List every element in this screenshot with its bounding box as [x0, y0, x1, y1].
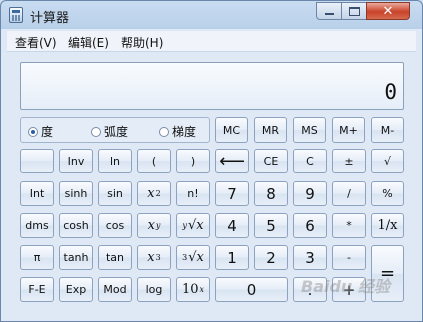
menu-bar: 查看(V) 编辑(E) 帮助(H)	[7, 31, 416, 52]
key-3[interactable]: 3	[293, 245, 327, 270]
key-minus[interactable]: -	[332, 245, 366, 270]
menu-view[interactable]: 查看(V)	[15, 34, 57, 51]
calculator-icon	[9, 7, 23, 23]
display-value: 0	[384, 80, 397, 104]
radio-degrees[interactable]: 度	[28, 123, 53, 140]
key-1[interactable]: 1	[215, 245, 249, 270]
key-plus-minus[interactable]: ±	[332, 149, 366, 173]
menu-edit[interactable]: 编辑(E)	[68, 34, 109, 51]
key-x-squared[interactable]: x2	[137, 181, 171, 206]
maximize-icon	[348, 6, 360, 16]
key-4[interactable]: 4	[215, 213, 249, 238]
window-title: 计算器	[30, 11, 70, 26]
key-m-plus[interactable]: M+	[332, 117, 365, 143]
key-5[interactable]: 5	[254, 213, 288, 238]
key-8[interactable]: 8	[254, 181, 288, 206]
calculator-window: 计算器 ✕ 查看(V) 编辑(E) 帮助(H) 0 度 弧度 梯度 MC MR …	[0, 0, 423, 322]
radio-radians[interactable]: 弧度	[91, 123, 128, 140]
key-blank[interactable]	[20, 149, 54, 173]
key-exp[interactable]: Exp	[59, 277, 93, 302]
key-cosh[interactable]: cosh	[59, 213, 93, 238]
key-c[interactable]: C	[293, 149, 327, 173]
key-mr[interactable]: MR	[254, 117, 287, 143]
key-right-paren[interactable]: )	[176, 149, 210, 173]
key-log[interactable]: log	[137, 277, 171, 302]
key-int[interactable]: Int	[20, 181, 54, 206]
key-backspace[interactable]: ⟵	[215, 149, 249, 173]
key-mc[interactable]: MC	[215, 117, 248, 143]
key-ms[interactable]: MS	[293, 117, 326, 143]
key-ln[interactable]: ln	[98, 149, 132, 173]
key-9[interactable]: 9	[293, 181, 327, 206]
key-tan[interactable]: tan	[98, 245, 132, 270]
minimize-icon	[324, 13, 334, 15]
key-ten-power-x[interactable]: 10 x	[176, 277, 210, 302]
key-2[interactable]: 2	[254, 245, 288, 270]
key-sinh[interactable]: sinh	[59, 181, 93, 206]
key-0[interactable]: 0	[215, 277, 288, 302]
key-x-power-y[interactable]: xy	[137, 213, 171, 238]
menu-help[interactable]: 帮助(H)	[121, 34, 163, 51]
minimize-button[interactable]	[316, 2, 342, 20]
key-divide[interactable]: /	[332, 181, 366, 206]
key-cube-root[interactable]: 3 √ x	[176, 245, 210, 270]
key-percent[interactable]: %	[371, 181, 404, 206]
close-icon: ✕	[382, 3, 394, 19]
key-ce[interactable]: CE	[254, 149, 288, 173]
key-multiply[interactable]: *	[332, 213, 366, 238]
key-6[interactable]: 6	[293, 213, 327, 238]
key-reciprocal[interactable]: 1/x	[371, 213, 404, 238]
key-left-paren[interactable]: (	[137, 149, 171, 173]
radio-indicator	[91, 126, 101, 137]
key-7[interactable]: 7	[215, 181, 249, 206]
key-sin[interactable]: sin	[98, 181, 132, 206]
key-x-cubed[interactable]: x3	[137, 245, 171, 270]
backspace-icon: ⟵	[219, 150, 245, 172]
key-cos[interactable]: cos	[98, 213, 132, 238]
close-button[interactable]: ✕	[366, 2, 410, 20]
key-pi[interactable]: π	[20, 245, 54, 270]
radio-gradians[interactable]: 梯度	[159, 123, 196, 140]
title-bar[interactable]: 计算器 ✕	[1, 1, 422, 29]
angle-mode-group: 度 弧度 梯度	[20, 117, 210, 143]
watermark: Baidu 经验	[301, 277, 390, 296]
key-y-root-x[interactable]: y √ x	[176, 213, 210, 238]
key-factorial[interactable]: n!	[176, 181, 210, 206]
key-m-minus[interactable]: M-	[371, 117, 404, 143]
display: 0	[20, 62, 404, 110]
key-tanh[interactable]: tanh	[59, 245, 93, 270]
key-inv[interactable]: Inv	[59, 149, 93, 173]
key-mod[interactable]: Mod	[98, 277, 132, 302]
key-fe[interactable]: F-E	[20, 277, 54, 302]
radio-indicator	[159, 126, 169, 137]
radio-indicator	[28, 126, 38, 137]
key-dms[interactable]: dms	[20, 213, 54, 238]
maximize-button[interactable]	[341, 2, 367, 20]
key-sqrt[interactable]: √	[371, 149, 404, 173]
